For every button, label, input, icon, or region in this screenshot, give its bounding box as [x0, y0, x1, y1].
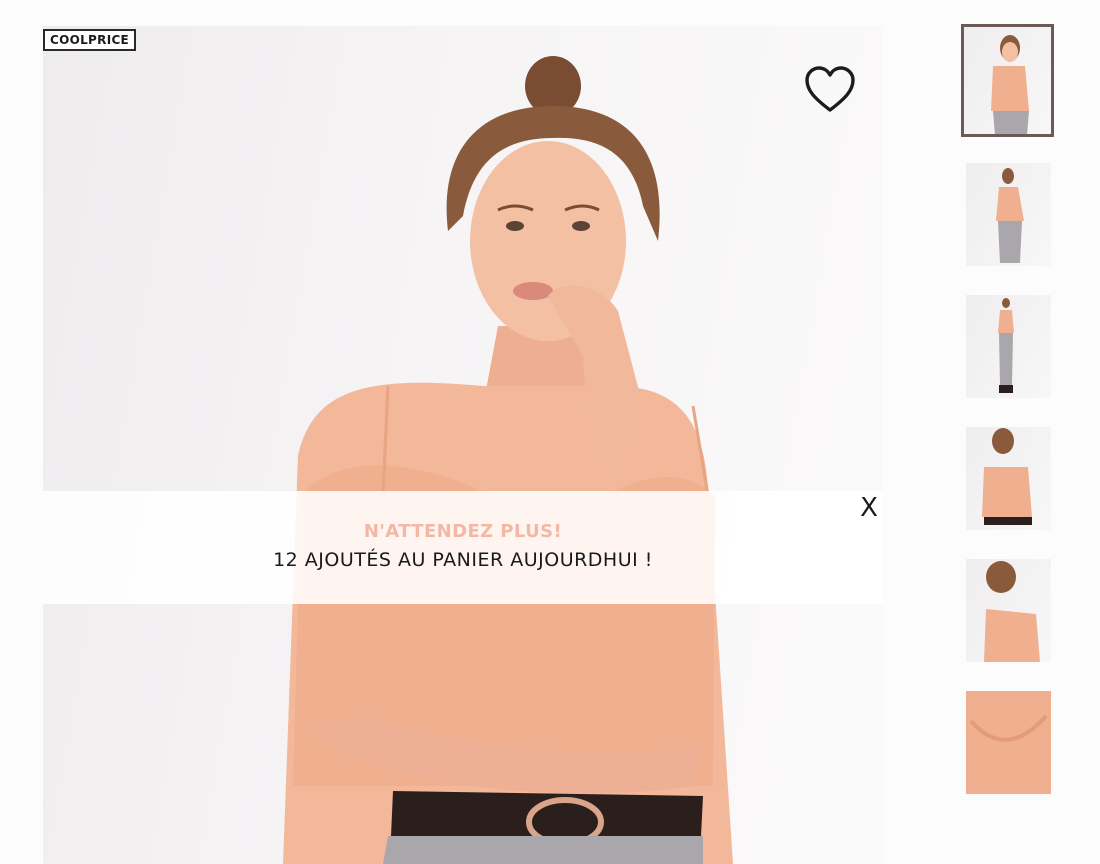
brand-badge: COOLPRICE	[43, 29, 137, 51]
thumbnail-5[interactable]	[966, 559, 1051, 662]
product-main-image[interactable]: COOLPRICE	[43, 26, 883, 864]
promo-message: 12 AJOUTÉS AU PANIER AUJOURDHUI !	[273, 549, 653, 571]
thumbnail-1[interactable]	[961, 24, 1054, 137]
promo-headline: N'ATTENDEZ PLUS!	[363, 521, 563, 542]
thumbnail-4[interactable]	[966, 427, 1051, 530]
product-photo	[283, 56, 733, 864]
promo-banner: X N'ATTENDEZ PLUS! 12 AJOUTÉS AU PANIER …	[43, 491, 883, 604]
thumbnail-6[interactable]	[966, 691, 1051, 794]
wishlist-heart-icon[interactable]	[804, 66, 856, 114]
thumbnail-3[interactable]	[966, 295, 1051, 398]
thumbnail-2[interactable]	[966, 163, 1051, 266]
